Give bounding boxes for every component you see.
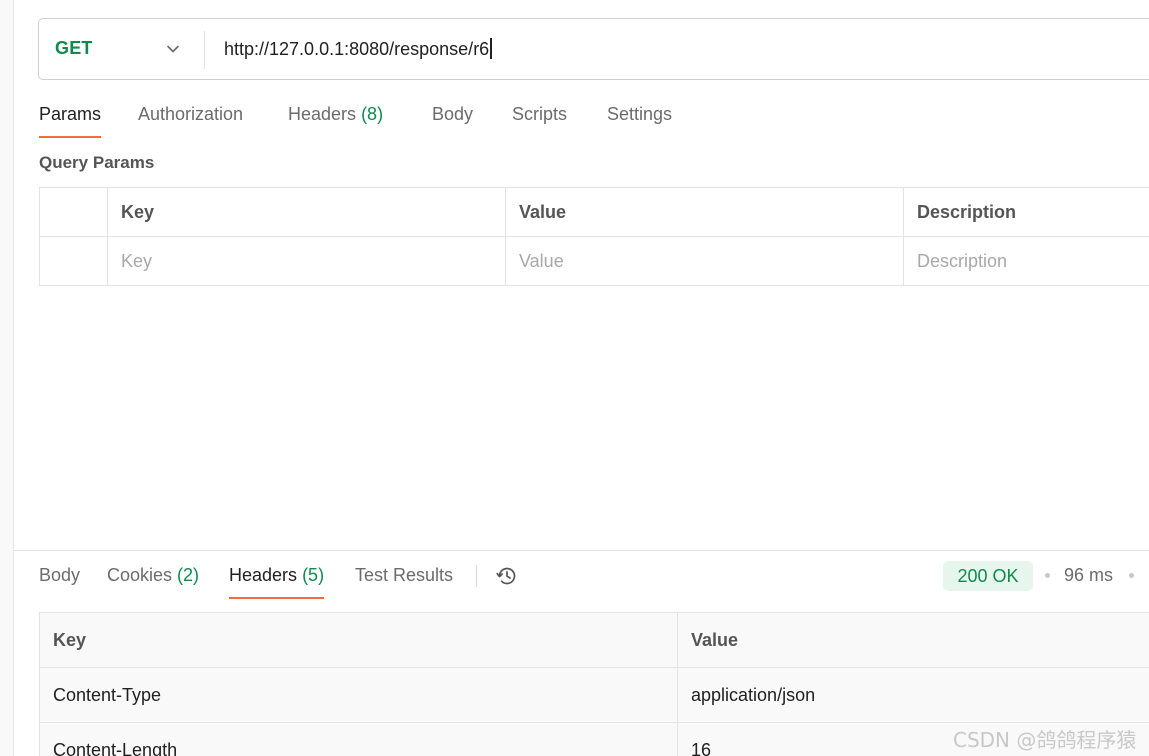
- tab-label: Headers: [288, 104, 357, 124]
- tab-label: Authorization: [138, 104, 244, 124]
- response-time[interactable]: 96 ms: [1064, 565, 1113, 586]
- header-key-cell: Content-Type: [53, 685, 162, 705]
- tab-test-results[interactable]: Test Results: [355, 565, 453, 586]
- tab-count: (5): [302, 565, 325, 585]
- table-row: Content-Type application/json: [40, 668, 1149, 723]
- query-params-title: Query Params: [39, 153, 155, 172]
- tab-cookies[interactable]: Cookies (2): [107, 565, 199, 586]
- column-header-description: Description: [903, 188, 1149, 237]
- text-caret: [490, 38, 493, 59]
- tab-label: Params: [39, 104, 102, 124]
- active-tab-indicator: [229, 597, 325, 599]
- tab-body[interactable]: Body: [432, 104, 473, 125]
- table-header-row: Key Value: [40, 613, 1149, 668]
- method-selector[interactable]: GET: [55, 38, 93, 59]
- row-select-cell: [40, 237, 107, 286]
- row-select-cell: [40, 188, 107, 237]
- tab-authorization[interactable]: Authorization: [138, 104, 243, 125]
- watermark: CSDN @鸽鸽程序猿: [953, 728, 1137, 752]
- tab-headers[interactable]: Headers (8): [288, 104, 383, 125]
- table-header-row: Key Value Description: [40, 188, 1149, 237]
- column-header-value: Value: [677, 613, 1149, 668]
- tab-response-headers[interactable]: Headers (5): [229, 565, 325, 599]
- column-header-key: Key: [53, 630, 87, 650]
- chevron-down-icon[interactable]: [163, 39, 183, 59]
- header-key-cell: Content-Length: [53, 740, 178, 756]
- tab-label: Settings: [607, 104, 673, 124]
- tab-count: (2): [177, 565, 200, 585]
- table-row: Key Value Description: [40, 237, 1149, 286]
- column-header-key: Key: [107, 188, 505, 237]
- tab-label: Cookies: [107, 565, 173, 585]
- response-divider[interactable]: [14, 550, 1149, 551]
- url-divider: [204, 31, 205, 69]
- request-url-bar: GET http://127.0.0.1:8080/response/r6: [38, 18, 1149, 80]
- header-value-cell: application/json: [677, 668, 1149, 723]
- query-params-table: Key Value Description Key Value Descript…: [39, 187, 1149, 286]
- tab-label: Headers: [229, 565, 298, 585]
- tab-response-body[interactable]: Body: [39, 565, 80, 586]
- description-input[interactable]: Description: [903, 237, 1149, 286]
- tab-count: (8): [361, 104, 384, 124]
- tab-scripts[interactable]: Scripts: [512, 104, 567, 125]
- key-input[interactable]: Key: [107, 237, 505, 286]
- tab-label: Body: [39, 565, 81, 585]
- value-input[interactable]: Value: [505, 237, 903, 286]
- left-rail: [0, 0, 14, 756]
- url-input[interactable]: http://127.0.0.1:8080/response/r6: [224, 38, 493, 60]
- tab-label: Test Results: [355, 565, 454, 585]
- status-badge[interactable]: 200 OK: [943, 561, 1033, 591]
- separator-dot: [1129, 573, 1134, 578]
- history-icon[interactable]: [495, 564, 519, 588]
- active-tab-indicator: [39, 136, 102, 138]
- tab-label: Scripts: [512, 104, 568, 124]
- tab-settings[interactable]: Settings: [607, 104, 672, 125]
- separator-dot: [1045, 573, 1050, 578]
- tab-label: Body: [432, 104, 474, 124]
- column-header-value: Value: [505, 188, 903, 237]
- url-text: http://127.0.0.1:8080/response/r6: [224, 39, 490, 59]
- tab-separator: [476, 565, 477, 587]
- tab-params[interactable]: Params: [39, 104, 102, 138]
